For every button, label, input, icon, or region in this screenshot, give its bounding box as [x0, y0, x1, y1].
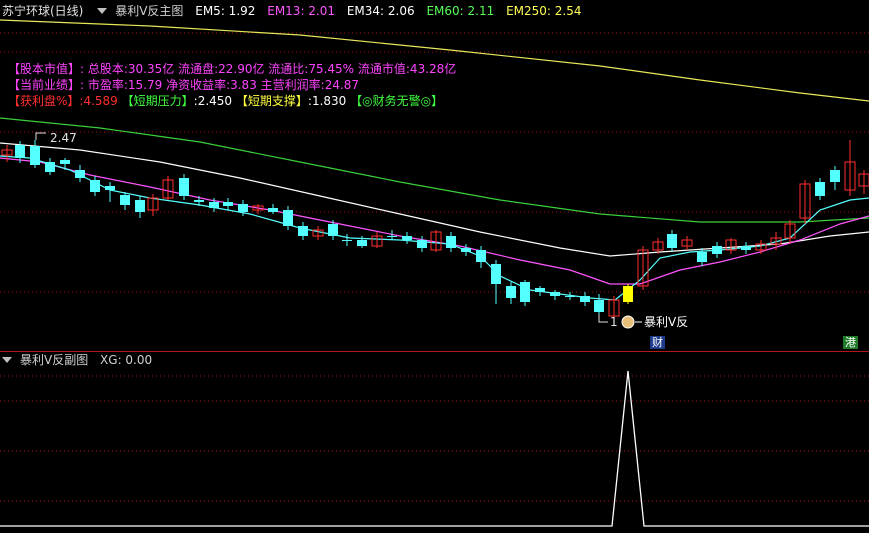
candle-body [328, 224, 338, 236]
candle-body [461, 248, 471, 252]
sub-chart-panel[interactable]: 暴利V反副图 XG: 0.00 [0, 351, 869, 533]
candle-body [135, 200, 145, 212]
candle-body [580, 296, 590, 302]
ema250-label: EM250: 2.54 [506, 4, 582, 18]
ema13-line [0, 157, 869, 285]
finance-warning-label: 【◎财务无警◎】 [350, 94, 444, 108]
candle-body [550, 292, 560, 296]
sub-indicator-chart [0, 370, 869, 527]
dropdown-triangle-icon[interactable] [97, 8, 108, 14]
candle-body [45, 162, 55, 172]
candle-body [298, 226, 308, 236]
sub-dropdown-triangle-icon[interactable] [2, 357, 12, 363]
stock-title[interactable]: 苏宁环球(日线) [2, 4, 83, 18]
ema60-line [0, 117, 869, 223]
candle-body [476, 250, 486, 262]
low-marker-line [598, 314, 608, 323]
ema5-line [0, 155, 869, 301]
xg-label: XG: 0.00 [100, 353, 153, 367]
candle-body [120, 195, 130, 205]
candle-body [446, 236, 456, 248]
candle-body [402, 236, 412, 240]
candle-body [268, 208, 278, 212]
high-price-label: 2.47 [50, 131, 77, 145]
candle-body [491, 264, 501, 284]
candle-body [594, 300, 604, 312]
candle-body [30, 146, 40, 165]
support-label: 【短期支撑】 [235, 94, 308, 108]
candle-body [667, 234, 677, 248]
candle-body [60, 160, 70, 164]
ema60-label: EM60: 2.11 [426, 4, 495, 18]
badge-cai[interactable]: 财 [650, 336, 665, 349]
ema34-line [0, 142, 869, 257]
support-value: :1.830 [307, 94, 347, 108]
profit-ratio-value: :4.589 [79, 94, 118, 108]
main-indicator-name[interactable]: 暴利V反主图 [115, 4, 183, 18]
candle-body [342, 240, 352, 241]
candle-body [520, 282, 530, 302]
main-chart-panel[interactable]: 2.47 1 暴利V反 苏宁环球(日线) 暴利V反主图 EM5: 1.92 EM13… [0, 0, 869, 351]
candlestick-chart: 2.47 1 暴利V反 [0, 19, 869, 329]
info-line-performance: 【当前业绩】: 市盈率:15.79 净资收益率:3.83 主营利润率:24.87 [8, 78, 360, 92]
candle-body [90, 180, 100, 192]
candle-body [623, 286, 633, 302]
low-price-label: 1 [610, 315, 618, 329]
badge-gang[interactable]: 港 [843, 336, 858, 349]
candle-body [387, 236, 397, 237]
resistance-value: :2.450 [193, 94, 233, 108]
candle-body [697, 252, 707, 262]
xg-signal-line [0, 370, 869, 527]
smiley-face-icon [621, 315, 635, 329]
main-header: 苏宁环球(日线) 暴利V反主图 EM5: 1.92 EM13: 2.01 EM3… [0, 3, 589, 19]
candle-body [15, 145, 25, 158]
candle-body [741, 246, 751, 250]
profit-ratio-label: 【获利盘%】 [8, 94, 80, 108]
candle-body [506, 286, 516, 298]
signal-label: 暴利V反 [644, 315, 688, 329]
candle-body [75, 170, 85, 178]
sub-header: 暴利V反副图 XG: 0.00 [0, 352, 160, 368]
candle-body [712, 246, 722, 254]
high-marker-line [35, 132, 46, 140]
candle-body [179, 178, 189, 196]
candle-body [283, 210, 293, 226]
ema5-label: EM5: 1.92 [195, 4, 256, 18]
candle-body [417, 240, 427, 248]
candle-body [535, 288, 545, 292]
info-line-levels: 【获利盘%】:4.589 【短期压力】:2.450 【短期支撑】:1.830 【… [8, 93, 443, 109]
candle-body [565, 296, 575, 297]
candle-body [209, 202, 219, 208]
candle-body [830, 170, 840, 182]
sub-indicator-name[interactable]: 暴利V反副图 [20, 353, 88, 367]
info-line-capital: 【股本市值】: 总股本:30.35亿 流通盘:22.90亿 流通比:75.45%… [8, 62, 457, 76]
candle-body [194, 200, 204, 202]
candle-body [238, 204, 248, 212]
candle-body [223, 202, 233, 206]
resistance-label: 【短期压力】 [121, 94, 194, 108]
ema13-label: EM13: 2.01 [267, 4, 336, 18]
candle-body [105, 186, 115, 190]
ema34-label: EM34: 2.06 [346, 4, 415, 18]
candle-body [815, 182, 825, 196]
candle-body [357, 240, 367, 246]
